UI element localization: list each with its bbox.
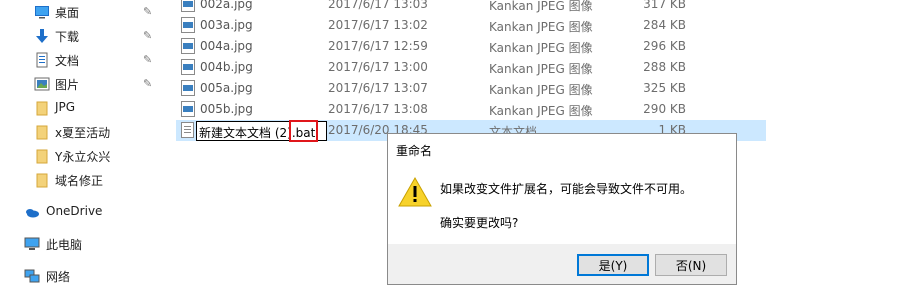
- pin-icon[interactable]: ✎: [143, 29, 155, 42]
- file-type: Kankan JPEG 图像: [489, 62, 593, 76]
- no-button[interactable]: 否(N): [655, 254, 727, 276]
- pin-icon[interactable]: ✎: [143, 53, 155, 66]
- download-icon: [36, 29, 48, 43]
- file-row[interactable]: 005b.jpg 2017/6/17 13:08 Kankan JPEG 图像 …: [176, 99, 766, 120]
- jpeg-file-icon: [181, 17, 195, 33]
- file-name: 004b.jpg: [200, 60, 253, 74]
- nav-item-onedrive[interactable]: OneDrive: [0, 200, 170, 224]
- nav-item-label: 网络: [46, 270, 71, 284]
- desktop-icon: [35, 6, 49, 19]
- dialog-message: 如果改变文件扩展名，可能会导致文件不可用。: [440, 182, 693, 196]
- dialog-body: 如果改变文件扩展名，可能会导致文件不可用。 确实要更改吗?: [388, 164, 736, 244]
- file-type: Kankan JPEG 图像: [489, 20, 593, 34]
- pin-icon[interactable]: ✎: [143, 5, 155, 18]
- pictures-icon: [34, 77, 50, 91]
- file-date: 2017/6/17 12:59: [328, 39, 428, 53]
- nav-item-label: OneDrive: [46, 204, 103, 218]
- warning-icon: [398, 176, 432, 207]
- network-icon: [24, 269, 40, 283]
- nav-item-folder-yongli[interactable]: Y永立众兴: [0, 144, 170, 168]
- folder-icon: [36, 173, 48, 188]
- documents-icon: [36, 52, 48, 68]
- file-size: 290 KB: [643, 102, 686, 116]
- nav-item-label: 桌面: [55, 6, 80, 20]
- file-row[interactable]: 002a.jpg 2017/6/17 13:03 Kankan JPEG 图像 …: [176, 0, 766, 15]
- file-type: Kankan JPEG 图像: [489, 41, 593, 55]
- nav-item-label: 此电脑: [46, 238, 83, 252]
- file-size: 325 KB: [643, 81, 686, 95]
- nav-item-folder-xiazhi[interactable]: x夏至活动: [0, 120, 170, 144]
- file-date: 2017/6/17 13:08: [328, 102, 428, 116]
- nav-item-desktop[interactable]: 桌面 ✎: [0, 0, 170, 24]
- file-type: Kankan JPEG 图像: [489, 104, 593, 118]
- file-name: 005b.jpg: [200, 102, 253, 116]
- file-name: 002a.jpg: [200, 0, 253, 11]
- nav-item-label: 图片: [55, 78, 80, 92]
- jpeg-file-icon: [181, 38, 195, 54]
- nav-item-folder-domain[interactable]: 域名修正: [0, 168, 170, 192]
- nav-item-label: Y永立众兴: [55, 150, 111, 164]
- nav-item-folder-jpg[interactable]: JPG: [0, 96, 170, 120]
- file-row[interactable]: 005a.jpg 2017/6/17 13:07 Kankan JPEG 图像 …: [176, 78, 766, 99]
- navigation-pane: 桌面 ✎ 下载 ✎ 文档 ✎ 图片 ✎ JPG x夏至活动 Y永立众兴 域名修正…: [0, 0, 170, 299]
- file-row[interactable]: 004a.jpg 2017/6/17 12:59 Kankan JPEG 图像 …: [176, 36, 766, 57]
- text-file-icon: [181, 122, 194, 138]
- dialog-title: 重命名: [396, 144, 433, 158]
- jpeg-file-icon: [181, 80, 195, 96]
- nav-item-label: 域名修正: [55, 174, 104, 188]
- file-type: Kankan JPEG 图像: [489, 0, 593, 13]
- file-name: 005a.jpg: [200, 81, 253, 95]
- jpeg-file-icon: [181, 101, 195, 117]
- onedrive-icon: [26, 209, 39, 218]
- jpeg-file-icon: [181, 59, 195, 75]
- file-row[interactable]: 004b.jpg 2017/6/17 13:00 Kankan JPEG 图像 …: [176, 57, 766, 78]
- nav-item-this-pc[interactable]: 此电脑: [0, 232, 170, 256]
- dialog-titlebar[interactable]: 重命名: [388, 134, 736, 164]
- rename-dialog: 重命名 如果改变文件扩展名，可能会导致文件不可用。 确实要更改吗? 是(Y) 否…: [387, 133, 737, 285]
- nav-item-downloads[interactable]: 下载 ✎: [0, 24, 170, 48]
- file-date: 2017/6/17 13:07: [328, 81, 428, 95]
- file-date: 2017/6/17 13:00: [328, 60, 428, 74]
- jpeg-file-icon: [181, 0, 195, 12]
- file-size: 284 KB: [643, 18, 686, 32]
- nav-item-label: 文档: [55, 54, 80, 68]
- file-date: 2017/6/17 13:03: [328, 0, 428, 11]
- dialog-question: 确实要更改吗?: [440, 216, 519, 230]
- folder-icon: [36, 101, 48, 116]
- file-size: 288 KB: [643, 60, 686, 74]
- file-row[interactable]: 003a.jpg 2017/6/17 13:02 Kankan JPEG 图像 …: [176, 15, 766, 36]
- pin-icon[interactable]: ✎: [143, 77, 155, 90]
- nav-item-documents[interactable]: 文档 ✎: [0, 48, 170, 72]
- folder-icon: [36, 125, 48, 140]
- file-date: 2017/6/17 13:02: [328, 18, 428, 32]
- yes-button[interactable]: 是(Y): [577, 254, 649, 276]
- folder-icon: [36, 149, 48, 164]
- nav-item-network[interactable]: 网络: [0, 264, 170, 288]
- nav-item-label: JPG: [55, 100, 76, 114]
- nav-item-label: 下载: [55, 30, 80, 44]
- file-type: Kankan JPEG 图像: [489, 83, 593, 97]
- nav-item-pictures[interactable]: 图片 ✎: [0, 72, 170, 96]
- file-name: 003a.jpg: [200, 18, 253, 32]
- computer-icon: [24, 237, 40, 250]
- file-size: 317 KB: [643, 0, 686, 11]
- file-size: 296 KB: [643, 39, 686, 53]
- file-name: 004a.jpg: [200, 39, 253, 53]
- nav-item-label: x夏至活动: [55, 126, 111, 140]
- extension-highlight: [289, 120, 318, 142]
